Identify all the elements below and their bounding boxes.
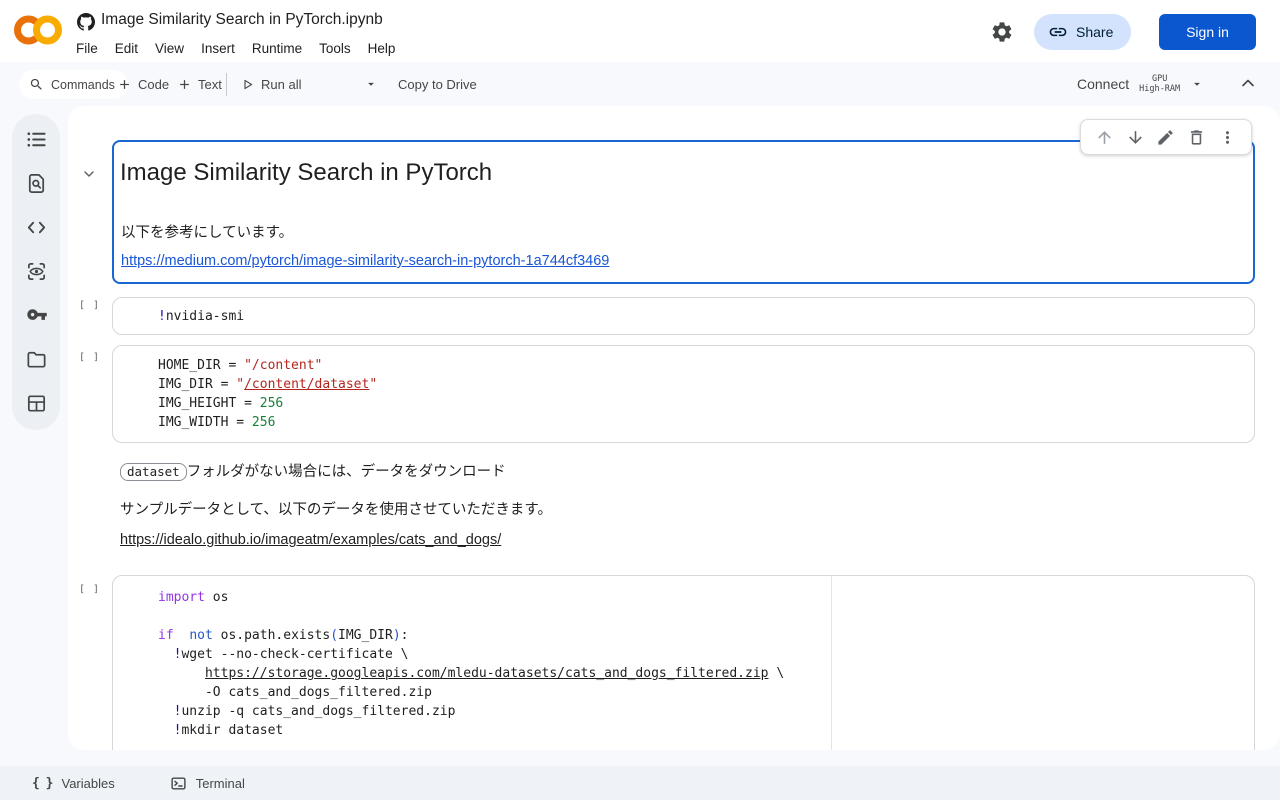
terminal-icon — [170, 775, 187, 792]
run-cell-button[interactable]: [ ] — [79, 300, 100, 311]
add-text-label: Text — [198, 77, 222, 92]
commands-label: Commands — [51, 78, 115, 92]
column-ruler — [831, 576, 832, 750]
add-code-label: Code — [138, 77, 169, 92]
variable-inspector-eye-scan-icon[interactable] — [25, 260, 48, 283]
find-and-replace-icon[interactable] — [25, 172, 48, 195]
left-sidebar — [12, 114, 60, 430]
share-button[interactable]: Share — [1034, 14, 1131, 50]
code-cell-download-dataset[interactable]: import os if not os.path.exists(IMG_DIR)… — [112, 575, 1255, 750]
terminal-button[interactable]: Terminal — [170, 775, 245, 792]
commands-button[interactable]: Commands — [19, 70, 128, 99]
search-icon — [29, 77, 44, 92]
markdown-text: フォルダがない場合には、データをダウンロード — [187, 464, 506, 480]
move-cell-up-icon[interactable] — [1095, 128, 1114, 147]
variables-label: Variables — [61, 776, 114, 791]
code-editor[interactable]: HOME_DIR = "/content"IMG_DIR = "/content… — [113, 346, 1254, 432]
github-icon — [77, 13, 95, 31]
runtime-type-badge: GPU High-RAM — [1139, 74, 1180, 94]
settings-gear-icon[interactable] — [990, 20, 1014, 44]
run-all-label: Run all — [261, 77, 301, 92]
code-cell-constants[interactable]: HOME_DIR = "/content"IMG_DIR = "/content… — [112, 345, 1255, 443]
notebook-toolbar: Commands Code Text Run all Copy to Drive… — [0, 62, 1280, 106]
secrets-key-icon[interactable] — [25, 304, 48, 327]
play-icon — [240, 77, 255, 92]
runtime-ram-label: High-RAM — [1139, 84, 1180, 94]
table-of-contents-icon[interactable] — [25, 128, 48, 151]
copy-to-drive-label: Copy to Drive — [398, 77, 477, 92]
code-editor[interactable]: !nvidia-smi — [113, 298, 1254, 326]
medium-article-link[interactable]: https://medium.com/pytorch/image-similar… — [121, 253, 609, 269]
menu-tools[interactable]: Tools — [319, 41, 351, 56]
inline-code-dataset: dataset — [120, 463, 187, 481]
code-snippets-icon[interactable] — [25, 216, 48, 239]
run-all-button[interactable]: Run all — [240, 70, 301, 99]
share-label: Share — [1076, 24, 1113, 40]
connect-dropdown-caret-icon[interactable] — [1190, 77, 1204, 91]
menu-help[interactable]: Help — [368, 41, 396, 56]
braces-icon: { } — [32, 776, 52, 791]
move-cell-down-icon[interactable] — [1126, 128, 1145, 147]
run-cell-button[interactable]: [ ] — [79, 352, 100, 363]
edit-cell-pencil-icon[interactable] — [1156, 128, 1175, 147]
notebook-content-area: Image Similarity Search in PyTorch 以下を参考… — [68, 106, 1280, 750]
copy-to-drive-button[interactable]: Copy to Drive — [398, 70, 477, 99]
sign-in-label: Sign in — [1186, 24, 1229, 40]
delete-cell-trash-icon[interactable] — [1187, 128, 1206, 147]
notebook-title[interactable]: Image Similarity Search in PyTorch.ipynb — [101, 11, 383, 29]
add-code-button[interactable]: Code — [117, 70, 169, 99]
toolbar-divider — [226, 73, 227, 96]
run-cell-button[interactable]: [ ] — [79, 584, 100, 595]
runtime-gpu-label: GPU — [1152, 74, 1167, 84]
connect-label: Connect — [1077, 76, 1129, 92]
code-cell-nvidia-smi[interactable]: !nvidia-smi — [112, 297, 1255, 335]
markdown-paragraph: 以下を参考にしています。 — [121, 221, 293, 242]
idealo-dataset-link[interactable]: https://idealo.github.io/imageatm/exampl… — [120, 532, 501, 548]
more-cell-actions-icon[interactable] — [1218, 128, 1237, 147]
collapse-header-chevron-up-icon[interactable] — [1238, 73, 1258, 93]
data-table-icon[interactable] — [25, 392, 48, 415]
markdown-heading: Image Similarity Search in PyTorch — [120, 159, 492, 187]
colab-logo-icon[interactable] — [14, 12, 62, 48]
variables-button[interactable]: { } Variables — [32, 776, 115, 791]
files-folder-icon[interactable] — [25, 348, 48, 371]
add-text-button[interactable]: Text — [177, 70, 222, 99]
menu-insert[interactable]: Insert — [201, 41, 235, 56]
plus-icon — [117, 77, 132, 92]
menubar: File Edit View Insert Runtime Tools Help — [76, 41, 395, 56]
link-icon — [1048, 22, 1068, 42]
menu-view[interactable]: View — [155, 41, 184, 56]
markdown-cell-intro[interactable]: Image Similarity Search in PyTorch 以下を参考… — [112, 140, 1255, 284]
menu-file[interactable]: File — [76, 41, 98, 56]
header: Image Similarity Search in PyTorch.ipynb… — [0, 0, 1280, 62]
markdown-dataset-line1: datasetフォルダがない場合には、データをダウンロード — [120, 460, 506, 481]
menu-runtime[interactable]: Runtime — [252, 41, 302, 56]
cell-toolbar — [1080, 119, 1252, 155]
section-collapse-chevron-down-icon[interactable] — [81, 166, 97, 182]
terminal-label: Terminal — [196, 776, 245, 791]
plus-icon — [177, 77, 192, 92]
menu-edit[interactable]: Edit — [115, 41, 138, 56]
run-all-dropdown-caret-icon[interactable] — [364, 77, 378, 91]
colab-logo-right-ring — [37, 19, 59, 41]
connect-button[interactable]: Connect GPU High-RAM — [1077, 68, 1204, 100]
code-editor[interactable]: import os if not os.path.exists(IMG_DIR)… — [113, 576, 1254, 740]
markdown-dataset-line2: サンプルデータとして、以下のデータを使用させていただきます。 — [120, 498, 552, 519]
sign-in-button[interactable]: Sign in — [1159, 14, 1256, 50]
footer-bar: { } Variables Terminal — [0, 766, 1280, 800]
